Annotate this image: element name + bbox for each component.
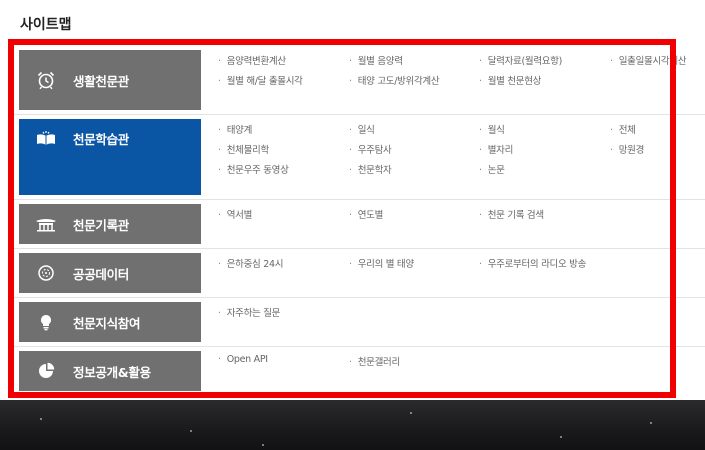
- category-label: 공공데이터: [73, 266, 130, 282]
- globe-icon: [35, 263, 57, 283]
- sitemap-panel: 사이트맵 생활천문관 · 음양력변환계산 · 월별 음양력 · 달력자료(월력요항) …: [0, 0, 705, 400]
- link-solar-system[interactable]: · 태양계: [218, 122, 252, 136]
- link-astronomy-gallery[interactable]: · 천문갤러리: [349, 354, 400, 368]
- category-label: 천문학습관: [73, 132, 130, 147]
- category-astronomy-learning[interactable]: 천문학습관: [19, 119, 201, 195]
- link-lunar-eclipse[interactable]: · 월식: [479, 122, 505, 136]
- category-label: 정보공개&활용: [73, 364, 151, 380]
- link-lunar-solar-converter[interactable]: · 음양력변환계산: [218, 53, 286, 67]
- sitemap-row-records: 천문기록관 · 역서별 · 연도별 · 천문 기록 검색: [14, 200, 705, 249]
- pie-chart-icon: [35, 361, 57, 381]
- sitemap-row-public-data: 공공데이터 · 은하중심 24시 · 우리의 별 태양 · 우주로부터의 라디오 방송: [14, 249, 705, 298]
- category-knowledge-participation[interactable]: 천문지식참여: [19, 302, 201, 342]
- link-astronomers[interactable]: · 천문학자: [349, 162, 392, 176]
- category-label: 천문기록관: [73, 217, 130, 233]
- sitemap-row-learning: 천문학습관 · 태양계 · 일식 · 월식 · 전체 · 천체물리학 · 우주탐사 · 별자리…: [14, 115, 705, 200]
- open-book-icon: [35, 129, 57, 149]
- link-solar-eclipse[interactable]: · 일식: [349, 122, 375, 136]
- link-almanac[interactable]: · 달력자료(월력요항): [479, 53, 562, 67]
- link-our-star-sun[interactable]: · 우리의 별 태양: [349, 256, 414, 270]
- page-title: 사이트맵: [20, 17, 72, 33]
- category-label: 천문지식참여: [73, 315, 141, 331]
- link-sun-altitude[interactable]: · 태양 고도/방위각계산: [349, 73, 440, 87]
- link-all[interactable]: · 전체: [610, 122, 636, 136]
- link-space-videos[interactable]: · 천문우주 동영상: [218, 162, 289, 176]
- sitemap-row-knowledge: 천문지식참여 · 자주하는 질문: [14, 298, 705, 347]
- alarm-clock-icon: [35, 70, 57, 90]
- starfield-background: [0, 400, 705, 450]
- palace-icon: [35, 214, 57, 234]
- link-space-exploration[interactable]: · 우주탐사: [349, 142, 392, 156]
- link-by-year[interactable]: · 연도별: [349, 207, 383, 221]
- link-monthly-phenomena[interactable]: · 월별 천문현상: [479, 73, 541, 87]
- category-information-disclosure[interactable]: 정보공개&활용: [19, 351, 201, 391]
- link-constellations[interactable]: · 별자리: [479, 142, 513, 156]
- link-record-search[interactable]: · 천문 기록 검색: [479, 207, 544, 221]
- lightbulb-icon: [35, 312, 57, 332]
- category-astronomy-records[interactable]: 천문기록관: [19, 204, 201, 244]
- link-radio-from-space[interactable]: · 우주로부터의 라디오 방송: [479, 256, 586, 270]
- link-papers[interactable]: · 논문: [479, 162, 505, 176]
- category-label: 생활천문관: [73, 73, 130, 89]
- link-open-api[interactable]: · Open API: [218, 354, 268, 365]
- link-faq[interactable]: · 자주하는 질문: [218, 305, 280, 319]
- category-public-data[interactable]: 공공데이터: [19, 253, 201, 293]
- link-sunrise-sunset[interactable]: · 일출일몰시각계산: [610, 53, 687, 67]
- link-galactic-center[interactable]: · 은하중심 24시: [218, 256, 283, 270]
- link-telescope[interactable]: · 망원경: [610, 142, 644, 156]
- category-life-astronomy[interactable]: 생활천문관: [19, 50, 201, 110]
- link-monthly-lunar-calendar[interactable]: · 월별 음양력: [349, 53, 403, 67]
- link-by-almanac[interactable]: · 역서별: [218, 207, 252, 221]
- sitemap-row-open-info: 정보공개&활용 · Open API · 천문갤러리: [14, 347, 705, 395]
- link-monthly-sun-moon[interactable]: · 월별 해/달 출몰시각: [218, 73, 303, 87]
- sitemap-row-life: 생활천문관 · 음양력변환계산 · 월별 음양력 · 달력자료(월력요항) · 일출일몰…: [14, 48, 705, 115]
- link-astrophysics[interactable]: · 천체물리학: [218, 142, 269, 156]
